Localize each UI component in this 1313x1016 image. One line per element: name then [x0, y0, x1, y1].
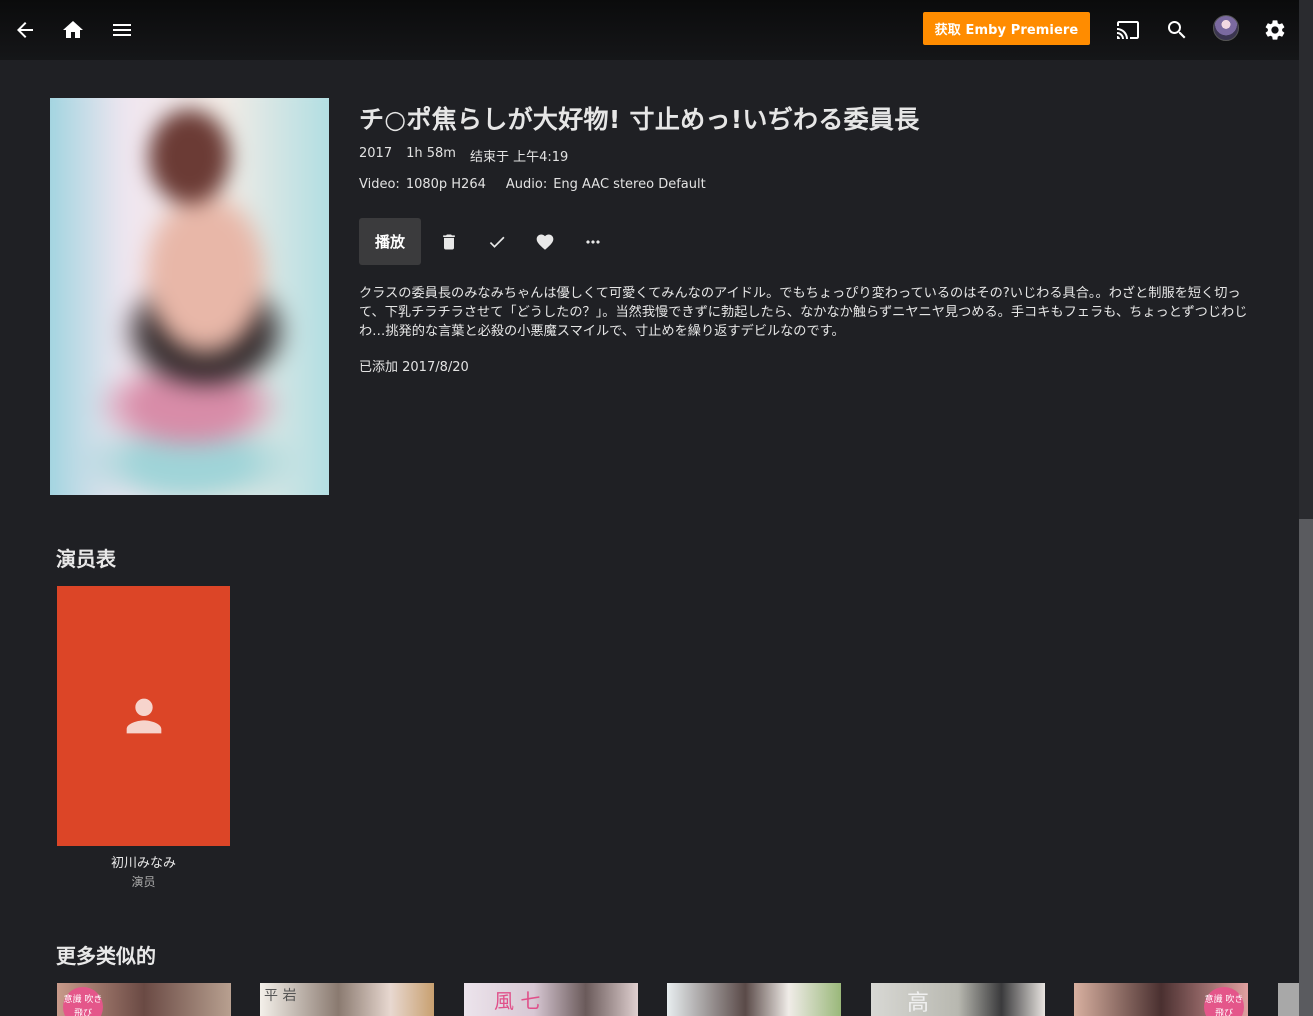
home-button[interactable] — [57, 14, 89, 46]
favorite-button[interactable] — [521, 218, 569, 265]
check-icon — [489, 236, 505, 248]
cast-heading: 演员表 — [56, 547, 116, 571]
heart-icon — [536, 234, 554, 250]
similar-text: 高 — [907, 991, 930, 1016]
header-bar: 获取 Emby Premiere — [0, 0, 1299, 60]
item-end-time: 结束于 上午4:19 — [469, 150, 569, 165]
cast-name[interactable]: 初川みなみ — [57, 852, 230, 871]
item-title: チ○ポ焦らしが大好物! 寸止めっ!いぢわる委員長 — [359, 105, 920, 134]
audio-value: Eng AAC stereo Default — [553, 177, 706, 192]
item-overview: クラスの委員長のみなみちゃんは優しくて可愛くてみんなのアイドル。でもちょっぴり変… — [359, 286, 1248, 339]
back-button[interactable] — [9, 14, 41, 46]
similar-item[interactable]: 風 七 — [464, 983, 638, 1016]
cast-icon — [1117, 21, 1139, 39]
settings-button[interactable] — [1259, 14, 1291, 46]
video-info: Video: 1080p H264 — [359, 177, 486, 192]
hamburger-menu-icon — [113, 24, 131, 36]
more-horizontal-icon — [586, 239, 600, 244]
similar-item[interactable]: 高 — [871, 983, 1045, 1016]
similar-text: 風 七 — [494, 989, 541, 1013]
video-value: 1080p H264 — [405, 177, 486, 192]
play-button[interactable]: 播放 — [359, 218, 421, 265]
item-runtime: 1h 58m — [406, 146, 456, 161]
action-bar: 播放 — [359, 218, 617, 265]
audio-label: Audio: — [505, 177, 548, 192]
user-avatar[interactable] — [1213, 15, 1239, 41]
similar-badge: 意識 吹き飛び — [1204, 987, 1244, 1016]
item-meta: 2017 1h 58m 结束于 上午4:19 — [359, 146, 568, 165]
poster-image[interactable] — [50, 98, 329, 495]
cast-button[interactable] — [1112, 14, 1144, 46]
search-button[interactable] — [1161, 14, 1193, 46]
similar-item[interactable]: 意識 吹き飛び — [1074, 983, 1248, 1016]
similar-item[interactable]: 意識 吹き飛び — [57, 983, 231, 1016]
more-button[interactable] — [569, 218, 617, 265]
date-added: 已添加 2017/8/20 — [359, 360, 469, 375]
similar-item-partial[interactable] — [1278, 983, 1299, 1016]
similar-item[interactable]: 平 岩 — [260, 983, 434, 1016]
arrow-left-icon — [17, 22, 33, 38]
delete-button[interactable] — [425, 218, 473, 265]
media-info: Video: 1080p H264 Audio: Eng AAC stereo De… — [359, 177, 706, 192]
scrollbar-thumb[interactable] — [1299, 519, 1313, 1016]
trash-icon — [443, 234, 455, 249]
video-label: Video: — [359, 177, 400, 192]
cast-card[interactable] — [57, 586, 230, 846]
cast-role: 演员 — [131, 875, 156, 889]
similar-heading: 更多类似的 — [56, 944, 156, 968]
similar-item[interactable] — [667, 983, 841, 1016]
person-icon — [126, 698, 161, 734]
get-premiere-button[interactable]: 获取 Emby Premiere — [923, 12, 1090, 45]
similar-text: 平 岩 — [264, 988, 297, 1004]
audio-info: Audio: Eng AAC stereo Default — [506, 177, 706, 192]
similar-badge: 意識 吹き飛び — [63, 987, 103, 1016]
home-icon — [63, 21, 83, 38]
item-year: 2017 — [359, 146, 393, 161]
menu-button[interactable] — [106, 14, 138, 46]
search-icon — [1168, 21, 1186, 39]
poster-art — [50, 98, 329, 495]
mark-watched-button[interactable] — [473, 218, 521, 265]
gear-icon — [1265, 20, 1285, 40]
